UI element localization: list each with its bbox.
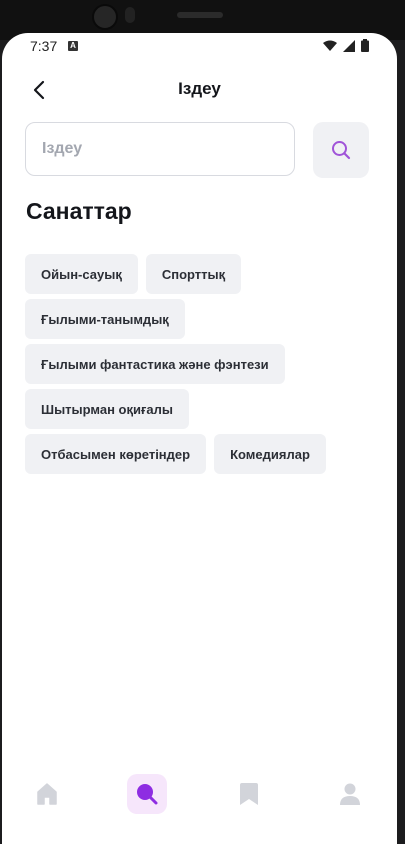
category-chip-family[interactable]: Отбасымен көретіндер xyxy=(25,434,207,474)
app-screen: 7:37 A Іздеу Санаттар xyxy=(2,33,397,844)
wifi-icon xyxy=(323,40,337,51)
search-icon xyxy=(332,141,351,160)
category-chips: Ойын-сауық Спорттық Ғылыми-танымдық Ғылы… xyxy=(25,254,377,474)
battery-icon xyxy=(361,39,369,52)
category-chip-entertainment[interactable]: Ойын-сауық xyxy=(25,254,138,294)
tab-home[interactable] xyxy=(27,774,67,814)
status-bar: 7:37 A xyxy=(2,33,397,59)
home-icon xyxy=(37,783,57,805)
bookmark-icon xyxy=(240,783,258,805)
notification-icon: A xyxy=(68,41,78,51)
status-time: 7:37 xyxy=(30,38,58,54)
category-chip-scifi-fantasy[interactable]: Ғылыми фантастика және фэнтези xyxy=(25,344,285,384)
tab-saved[interactable] xyxy=(229,774,269,814)
earpiece-speaker xyxy=(177,12,223,18)
front-camera xyxy=(92,4,118,30)
categories-heading: Санаттар xyxy=(26,198,132,224)
category-chip-educational[interactable]: Ғылыми-танымдық xyxy=(25,299,185,339)
profile-icon xyxy=(340,783,360,805)
search-icon xyxy=(137,784,158,805)
page-title: Іздеу xyxy=(178,79,221,98)
tab-profile[interactable] xyxy=(330,774,370,814)
category-chip-comedy[interactable]: Комедиялар xyxy=(214,434,326,474)
status-icons xyxy=(323,39,369,52)
search-button[interactable] xyxy=(313,122,369,178)
search-input[interactable] xyxy=(25,122,295,176)
category-chip-sports[interactable]: Спорттық xyxy=(145,254,242,294)
tab-search[interactable] xyxy=(127,774,167,814)
top-app-bar: Іздеу xyxy=(2,73,397,107)
camera-sensor xyxy=(125,7,135,23)
bottom-navigation xyxy=(2,764,397,844)
signal-icon xyxy=(343,39,355,52)
category-chip-adventure[interactable]: Шытырман оқиғалы xyxy=(25,389,189,429)
